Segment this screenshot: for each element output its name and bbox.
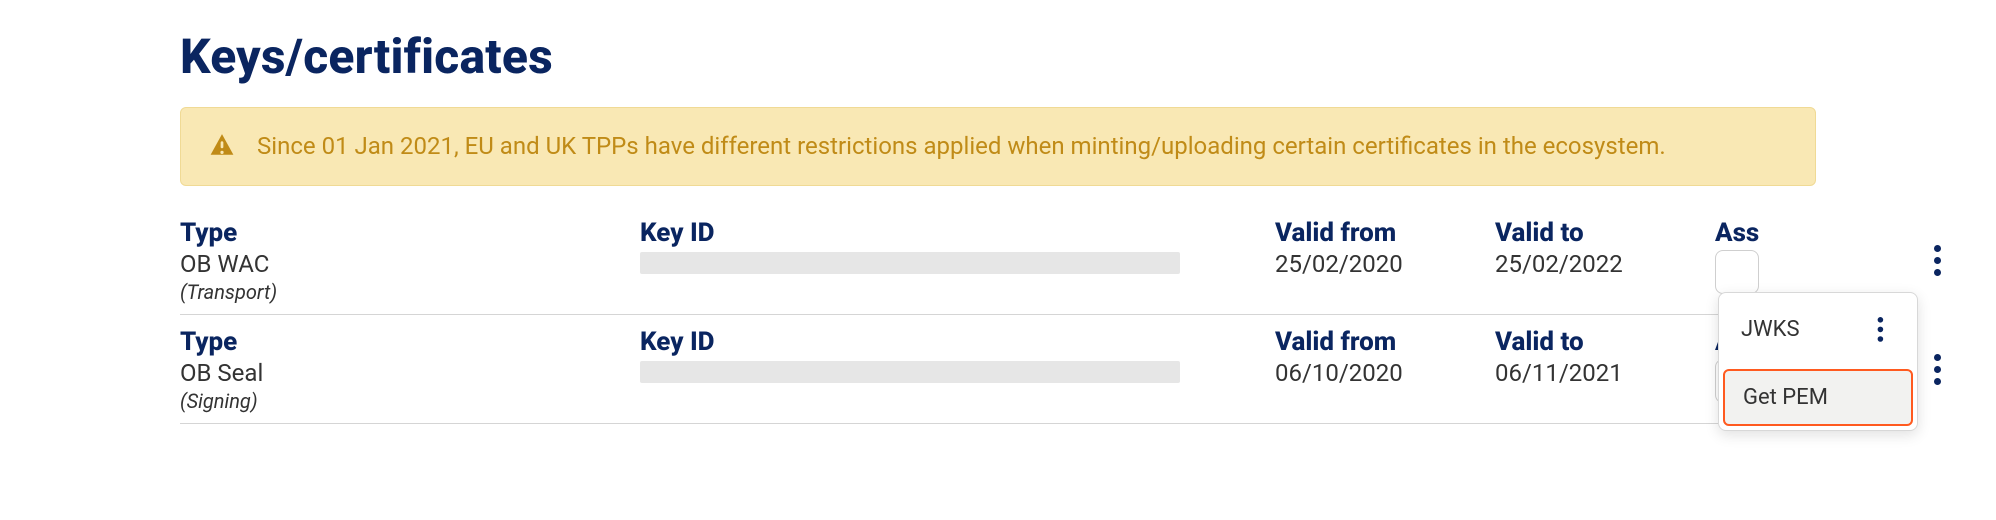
associated-checkbox[interactable] (1715, 250, 1759, 294)
certificate-row: Type OB WAC (Transport) Key ID Valid fro… (180, 206, 1816, 315)
cert-type: OB WAC (180, 250, 640, 278)
valid-to: 25/02/2022 (1495, 250, 1715, 278)
col-validfrom-header: Valid from (1275, 218, 1495, 248)
page-title: Keys/certificates (180, 28, 1816, 85)
col-associated-header: Ass (1715, 218, 1910, 248)
warning-icon (209, 132, 235, 158)
actions-menu: JWKS Get PEM (1718, 292, 1918, 431)
col-validfrom-header: Valid from (1275, 327, 1495, 357)
cert-subtype: (Signing) (180, 389, 640, 413)
valid-to: 06/11/2021 (1495, 359, 1715, 387)
col-validto-header: Valid to (1495, 218, 1715, 248)
certificate-list: Type OB WAC (Transport) Key ID Valid fro… (180, 206, 1816, 424)
col-keyid-header: Key ID (640, 327, 1275, 357)
col-keyid-header: Key ID (640, 218, 1275, 248)
cert-type: OB Seal (180, 359, 640, 387)
valid-from: 25/02/2020 (1275, 250, 1495, 278)
menu-item-label: Get PEM (1743, 385, 1828, 410)
key-id-redacted (640, 361, 1180, 383)
warning-text: Since 01 Jan 2021, EU and UK TPPs have d… (257, 128, 1666, 165)
certificate-row: Type OB Seal (Signing) Key ID Valid from… (180, 315, 1816, 424)
menu-item-jwks[interactable]: JWKS (1719, 293, 1917, 365)
cert-subtype: (Transport) (180, 280, 640, 304)
col-validto-header: Valid to (1495, 327, 1715, 357)
menu-item-get-pem[interactable]: Get PEM (1725, 371, 1911, 424)
warning-alert: Since 01 Jan 2021, EU and UK TPPs have d… (180, 107, 1816, 186)
key-id-redacted (640, 252, 1180, 274)
col-type-header: Type (180, 218, 640, 248)
kebab-icon (1868, 313, 1892, 345)
menu-item-label: JWKS (1741, 317, 1800, 342)
col-type-header: Type (180, 327, 640, 357)
row-actions-kebab[interactable] (1922, 240, 1952, 280)
valid-from: 06/10/2020 (1275, 359, 1495, 387)
row-actions-kebab[interactable] (1922, 349, 1952, 389)
